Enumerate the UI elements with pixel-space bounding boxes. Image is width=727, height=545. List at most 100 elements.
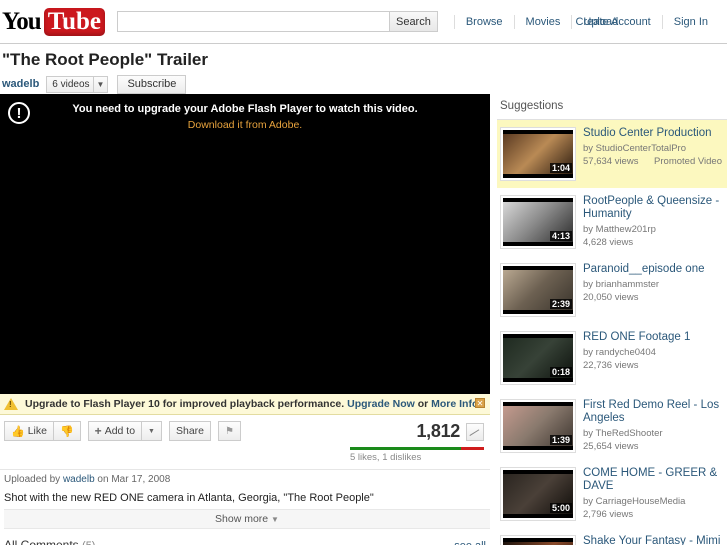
uploaded-by-link[interactable]: wadelb	[63, 474, 95, 485]
thumbnail-image: 2:39	[503, 266, 573, 314]
suggestion-item[interactable]: 5:00 COME HOME - GREER & DAVE by CarriageH…	[497, 460, 727, 528]
suggestion-thumbnail[interactable]: 5:00	[500, 467, 576, 521]
see-all-comments-link[interactable]: see all	[454, 540, 486, 545]
dislike-button[interactable]: 👎	[52, 421, 81, 441]
suggestion-info: First Red Demo Reel - Los Angeles by TheR…	[576, 399, 724, 453]
statistics-icon[interactable]	[466, 422, 484, 441]
video-duration: 2:39	[549, 299, 572, 309]
promoted-video-badge: Promoted Video	[654, 156, 722, 167]
flash-upgrade-notice: You need to upgrade your Adobe Flash Pla…	[0, 103, 490, 131]
nav-movies[interactable]: Movies	[513, 14, 572, 29]
subscribe-button[interactable]: Subscribe	[117, 74, 187, 94]
video-description: Shot with the new RED ONE camera in Atla…	[4, 492, 374, 504]
suggestion-thumbnail[interactable]: 2:39	[500, 263, 576, 317]
account-nav: Create Account Sign In	[565, 14, 719, 29]
like-bar-segment	[350, 447, 462, 450]
nav-browse[interactable]: Browse	[453, 14, 514, 29]
video-player[interactable]: ! You need to upgrade your Adobe Flash P…	[0, 94, 490, 394]
logo-you-text: You	[2, 8, 42, 35]
suggestion-title-link[interactable]: Paranoid__episode one	[583, 263, 724, 276]
nav-sign-in[interactable]: Sign In	[661, 14, 719, 29]
suggestions-list: 1:04 Studio Center Production by StudioCen…	[497, 120, 727, 545]
download-adobe-link[interactable]: Download it from Adobe.	[0, 119, 490, 131]
show-more-button[interactable]: Show more ▼	[4, 509, 490, 529]
nav-create-account[interactable]: Create Account	[565, 15, 662, 29]
search-input[interactable]	[116, 11, 389, 32]
suggestion-title-link[interactable]: RED ONE Footage 1	[583, 331, 724, 344]
thumbnail-image: 1:39	[503, 402, 573, 450]
suggestion-meta: 2,796 views	[583, 509, 724, 520]
view-count: 1,812	[416, 421, 460, 441]
suggestion-meta: 22,736 views	[583, 360, 724, 371]
close-icon[interactable]: ✕	[475, 398, 485, 408]
video-count-label: 6 videos	[52, 78, 90, 90]
warning-triangle-icon	[4, 398, 18, 410]
suggestion-thumbnail[interactable]: 3:51	[500, 535, 576, 545]
suggestion-title-link[interactable]: COME HOME - GREER & DAVE	[583, 467, 724, 493]
suggestion-info: RED ONE Footage 1 by randyche0404 22,736 v…	[576, 331, 724, 385]
upgrade-now-link[interactable]: Upgrade Now	[347, 398, 415, 410]
suggestion-info: Studio Center Production by StudioCenterT…	[576, 127, 724, 181]
suggestion-title-link[interactable]: Studio Center Production	[583, 127, 724, 140]
like-button[interactable]: 👍 Like	[4, 421, 53, 441]
flag-button[interactable]: ⚑	[218, 421, 241, 441]
video-meta: Uploaded by wadelb on Mar 17, 2008 Shot …	[0, 470, 490, 529]
add-to-button[interactable]: + Add to	[87, 421, 142, 441]
suggestion-item[interactable]: 3:51Shake Your Fantasy - Mimi & Teftby M…	[497, 528, 727, 545]
search-button[interactable]: Search	[388, 11, 438, 32]
suggestion-author: by StudioCenterTotalPro	[583, 143, 686, 154]
suggestion-item[interactable]: 2:39 Paranoid__episode one by brianhammste…	[497, 256, 727, 324]
suggestion-meta: 4,628 views	[583, 237, 724, 248]
suggestion-item[interactable]: 1:04 Studio Center Production by StudioCen…	[497, 120, 727, 188]
uploaded-date: on Mar 17, 2008	[97, 474, 171, 485]
uploader-link[interactable]: wadelb	[2, 78, 39, 90]
suggestion-title-link[interactable]: First Red Demo Reel - Los Angeles	[583, 399, 724, 425]
chevron-down-icon: ▼	[271, 515, 279, 524]
logo-tube-text: Tube	[43, 7, 105, 36]
video-count-button[interactable]: 6 videos ▼	[46, 75, 109, 93]
flash-notice-text: You need to upgrade your Adobe Flash Pla…	[72, 103, 418, 115]
flag-icon: ⚑	[225, 425, 234, 437]
suggestion-author: by Matthew201rp	[583, 224, 656, 235]
suggestions-sidebar: Suggestions 1:04 Studio Center Production…	[490, 94, 727, 545]
thumbnail-image: 4:13	[503, 198, 573, 246]
thumbnail-image: 1:04	[503, 130, 573, 178]
suggestion-title-link[interactable]: Shake Your Fantasy - Mimi & Teft	[583, 535, 724, 545]
upgrade-text-between: or	[417, 398, 429, 410]
suggestion-thumbnail[interactable]: 4:13	[500, 195, 576, 249]
suggestion-item[interactable]: 4:13 RootPeople & Queensize - Humanity by …	[497, 188, 727, 256]
suggestion-title-link[interactable]: RootPeople & Queensize - Humanity	[583, 195, 724, 221]
suggestion-info: Paranoid__episode one by brianhammster 20,…	[576, 263, 724, 317]
content-wrapper: ! You need to upgrade your Adobe Flash P…	[0, 94, 727, 545]
add-to-label: Add to	[104, 425, 136, 437]
rating-button-group: 👍 Like 👎	[4, 421, 81, 441]
suggestion-author: by brianhammster	[583, 279, 660, 290]
suggestion-item[interactable]: 1:39 First Red Demo Reel - Los Angeles by …	[497, 392, 727, 460]
like-bar-wrapper: 5 likes, 1 dislikes	[350, 447, 484, 463]
suggestion-views: 2,796 views	[583, 509, 634, 520]
watch-column: ! You need to upgrade your Adobe Flash P…	[0, 94, 490, 545]
thumbnail-image: 0:18	[503, 334, 573, 382]
page-title: "The Root People" Trailer	[2, 50, 208, 69]
share-button[interactable]: Share	[168, 421, 212, 441]
suggestion-meta: 57,634 views Promoted Video	[583, 156, 724, 167]
suggestion-thumbnail[interactable]: 1:39	[500, 399, 576, 453]
suggestion-views: 22,736 views	[583, 360, 639, 371]
video-duration: 5:00	[549, 503, 572, 513]
uploader-row: wadelb 6 videos ▼ Subscribe	[2, 74, 727, 94]
video-duration: 4:13	[549, 231, 572, 241]
upgrade-text-before: Upgrade to Flash Player 10 for improved …	[25, 398, 345, 410]
thumbs-up-icon: 👍	[11, 425, 25, 438]
suggestion-thumbnail[interactable]: 1:04	[500, 127, 576, 181]
youtube-logo[interactable]: You Tube	[0, 7, 105, 36]
suggestion-thumbnail[interactable]: 0:18	[500, 331, 576, 385]
suggestion-item[interactable]: 0:18 RED ONE Footage 1 by randyche0404 22,7…	[497, 324, 727, 392]
video-duration: 0:18	[549, 367, 572, 377]
like-label: Like	[27, 425, 47, 437]
more-info-link[interactable]: More Info	[431, 398, 478, 410]
dislike-bar-segment	[461, 447, 484, 450]
suggestion-info: Shake Your Fantasy - Mimi & Teftby MimiA…	[576, 535, 724, 545]
add-to-dropdown-button[interactable]: ▼	[141, 421, 162, 441]
comments-title: All Comments (5)	[4, 538, 95, 545]
comments-label: All Comments	[4, 538, 79, 545]
